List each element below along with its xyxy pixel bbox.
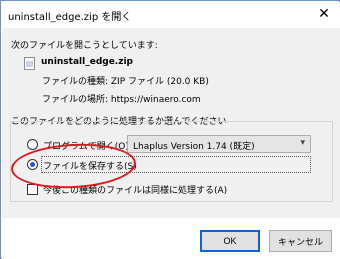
chevron-down-icon: ▾	[300, 138, 305, 148]
remember-choice-label[interactable]: 今後この種類のファイルは同様に処理する(A)	[43, 183, 227, 196]
program-select[interactable]: Lhaplus Version 1.74 (既定) ▾	[127, 135, 311, 153]
cancel-button[interactable]: キャンセル	[269, 230, 332, 252]
remember-choice-checkbox[interactable]	[27, 184, 38, 195]
open-with-radio[interactable]	[27, 139, 38, 150]
program-select-value: Lhaplus Version 1.74 (既定)	[133, 142, 255, 152]
file-location-info: ファイルの場所: https://winaero.com	[42, 95, 201, 105]
file-name: uninstall_edge.zip	[41, 57, 133, 67]
dialog-footer: OK キャンセル	[2, 218, 340, 259]
dialog-content: 次のファイルを開こうとしています: uninstall_edge.zip ファイ…	[2, 28, 340, 218]
zip-file-icon	[24, 57, 35, 70]
ok-button[interactable]: OK	[200, 230, 260, 252]
focus-rectangle	[41, 156, 311, 173]
intro-text: 次のファイルを開こうとしています:	[11, 41, 158, 51]
download-dialog: uninstall_edge.zip を開く ✕ 次のファイルを開こうとしていま…	[0, 0, 340, 259]
title-bar: uninstall_edge.zip を開く ✕	[2, 2, 340, 28]
dialog-title: uninstall_edge.zip を開く	[8, 12, 132, 23]
file-type-info: ファイルの種類: ZIP ファイル (20.0 KB)	[42, 77, 209, 87]
save-file-radio[interactable]	[27, 159, 38, 170]
open-with-label[interactable]: プログラムで開く(O):	[43, 139, 132, 152]
close-icon[interactable]: ✕	[312, 4, 336, 24]
